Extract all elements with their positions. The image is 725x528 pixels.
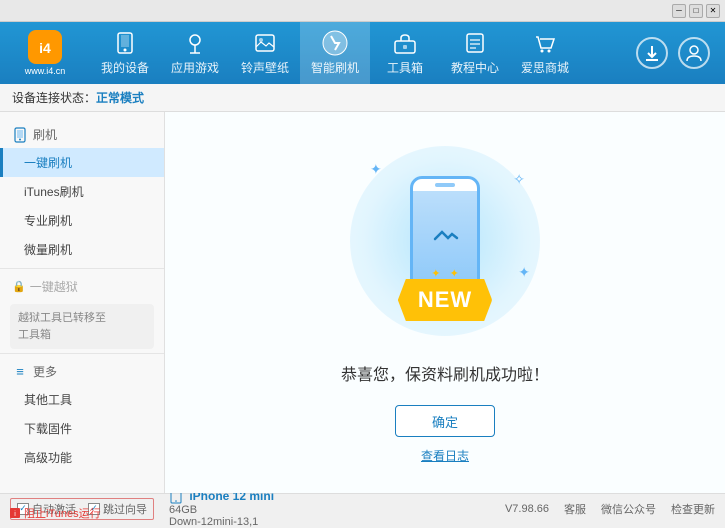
- sidebar-section-more: ≡ 更多 其他工具 下载固件 高级功能: [0, 358, 164, 472]
- nav-label-smart-flash: 智能刷机: [311, 59, 359, 76]
- user-button[interactable]: [678, 37, 710, 69]
- toolbox-nav-icon: [391, 31, 419, 55]
- nav-label-shop: 爱思商城: [521, 59, 569, 76]
- nav-label-wallpaper: 铃声壁纸: [241, 59, 289, 76]
- header: i4 www.i4.cn 我的设备: [0, 22, 725, 84]
- sidebar-item-one-click-flash[interactable]: 一键刷机: [0, 148, 164, 177]
- wallpaper-nav-icon: [251, 31, 279, 55]
- content-area: ✦ ✧ ✦ ✦ ✦ NEW 恭喜您，保资: [165, 112, 725, 493]
- sidebar-section-jailbreak: 🔒 一键越狱 越狱工具已转移至工具箱: [0, 273, 164, 349]
- sidebar: 刷机 一键刷机 iTunes刷机 专业刷机 微量刷机 🔒 一键越狱 越狱工具已: [0, 112, 165, 493]
- sidebar-item-other-tools[interactable]: 其他工具: [0, 385, 164, 414]
- phone-speaker: [435, 183, 455, 187]
- minimize-button[interactable]: ─: [672, 4, 686, 18]
- svg-text:i4: i4: [39, 40, 51, 56]
- sidebar-section-flash: 刷机 一键刷机 iTunes刷机 专业刷机 微量刷机: [0, 121, 164, 264]
- sidebar-item-itunes-flash[interactable]: iTunes刷机: [0, 177, 164, 206]
- nav-item-apps[interactable]: 应用游戏: [160, 22, 230, 84]
- divider-2: [0, 353, 164, 354]
- success-text: 恭喜您，保资料刷机成功啦！: [341, 361, 549, 385]
- wechat-link[interactable]: 微信公众号: [601, 501, 656, 517]
- sidebar-item-advanced[interactable]: 高级功能: [0, 443, 164, 472]
- confirm-button[interactable]: 确定: [395, 405, 495, 437]
- bottom-bar: 自动激活 跳过向导 iPhone 12 mini 64GB Down-12min…: [0, 493, 725, 523]
- sidebar-item-pro-flash[interactable]: 专业刷机: [0, 206, 164, 235]
- phone-sidebar-icon: [12, 127, 28, 143]
- nav-item-smart-flash[interactable]: 智能刷机: [300, 22, 370, 84]
- logo-url: www.i4.cn: [25, 66, 66, 76]
- device-storage: 64GB: [169, 504, 274, 516]
- status-value: 正常模式: [96, 89, 144, 106]
- apps-nav-icon: [181, 31, 209, 55]
- lock-icon: 🔒: [12, 280, 26, 293]
- close-button[interactable]: ✕: [706, 4, 720, 18]
- phone-illustration: ✦ ✧ ✦ ✦ ✦ NEW: [345, 141, 545, 341]
- flash-section-label: 刷机: [33, 126, 57, 143]
- sparkle-2: ✧: [513, 171, 525, 188]
- nav-items: 我的设备 应用游戏 铃声壁纸: [90, 22, 636, 84]
- nav-item-my-device[interactable]: 我的设备: [90, 22, 160, 84]
- nav-item-shop[interactable]: 爱思商城: [510, 22, 580, 84]
- window-controls: ─ □ ✕: [672, 4, 720, 18]
- status-label: 设备连接状态：: [12, 89, 96, 106]
- nav-right: [636, 37, 725, 69]
- nav-label-my-device: 我的设备: [101, 59, 149, 76]
- nav-label-tutorial: 教程中心: [451, 59, 499, 76]
- support-link[interactable]: 客服: [564, 501, 586, 517]
- bottom-right: V7.98.66 客服 微信公众号 检查更新: [505, 501, 715, 517]
- sidebar-jailbreak-header: 🔒 一键越狱: [0, 273, 164, 300]
- nav-label-toolbox: 工具箱: [387, 59, 423, 76]
- nav-item-toolbox[interactable]: 工具箱: [370, 22, 440, 84]
- phone-nav-icon: [111, 31, 139, 55]
- main-area: 刷机 一键刷机 iTunes刷机 专业刷机 微量刷机 🔒 一键越狱 越狱工具已: [0, 112, 725, 493]
- nav-label-apps: 应用游戏: [171, 59, 219, 76]
- new-badge: NEW: [398, 279, 492, 321]
- skip-wizard-label: 跳过向导: [103, 501, 147, 517]
- title-bar: ─ □ ✕: [0, 0, 725, 22]
- itunes-status-text: 阻止iTunes运行: [24, 505, 101, 521]
- tutorial-nav-icon: [461, 31, 489, 55]
- nav-item-wallpaper[interactable]: 铃声壁纸: [230, 22, 300, 84]
- more-section-label: 更多: [33, 363, 57, 380]
- divider-1: [0, 268, 164, 269]
- sparkle-3: ✦: [518, 264, 530, 281]
- status-bar: 设备连接状态： 正常模式: [0, 84, 725, 112]
- shop-nav-icon: [531, 31, 559, 55]
- view-log-link[interactable]: 查看日志: [421, 447, 469, 464]
- version-label: V7.98.66: [505, 503, 549, 515]
- device-info: iPhone 12 mini 64GB Down-12mini-13,1: [169, 489, 274, 528]
- logo-icon: i4: [28, 30, 62, 64]
- logo[interactable]: i4 www.i4.cn: [0, 22, 90, 84]
- sidebar-section-flash-header: 刷机: [0, 121, 164, 148]
- check-update-link[interactable]: 检查更新: [671, 501, 715, 517]
- menu-sidebar-icon: ≡: [12, 364, 28, 380]
- maximize-button[interactable]: □: [689, 4, 703, 18]
- sidebar-item-download-firmware[interactable]: 下载固件: [0, 414, 164, 443]
- device-firmware: Down-12mini-13,1: [169, 516, 274, 528]
- sidebar-section-more-header: ≡ 更多: [0, 358, 164, 385]
- download-button[interactable]: [636, 37, 668, 69]
- sparkle-1: ✦: [370, 161, 382, 178]
- itunes-status: i 阻止iTunes运行: [10, 505, 101, 521]
- sidebar-item-micro-flash[interactable]: 微量刷机: [0, 235, 164, 264]
- jailbreak-note: 越狱工具已转移至工具箱: [10, 304, 154, 349]
- flash-nav-icon: [321, 31, 349, 55]
- new-ribbon: ✦ ✦ NEW: [398, 279, 492, 321]
- nav-item-tutorial[interactable]: 教程中心: [440, 22, 510, 84]
